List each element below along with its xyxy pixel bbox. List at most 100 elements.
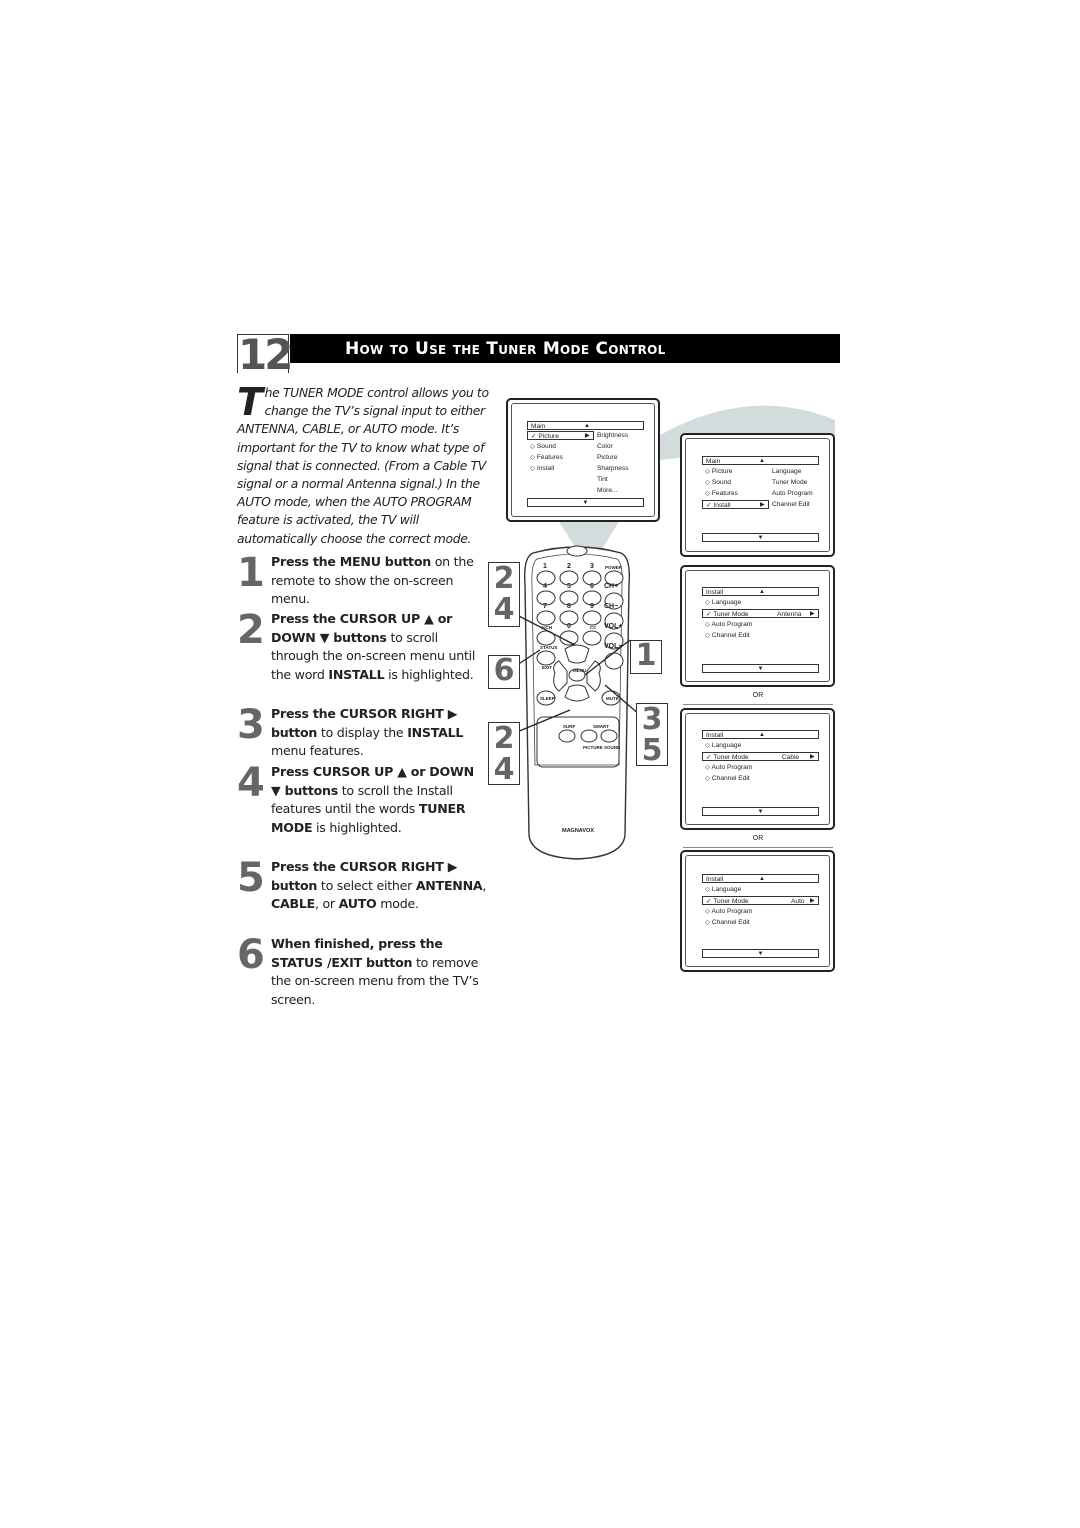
submenu-item: More... (597, 487, 618, 494)
menu-item-selected[interactable]: ✓ Picture ▶ (527, 431, 594, 440)
menu-item-label: Auto Program (711, 908, 753, 915)
down-arrow-icon: ▼ (757, 951, 764, 957)
onscreen-menu: Main ▲ ◇ Picture ◇ Sound ◇ Features ✓ Ins… (702, 456, 819, 551)
menu-header: Main (706, 458, 721, 465)
step-3: 3 Press the CURSOR RIGHT ▶ button to dis… (237, 705, 487, 761)
callout-menu: 1 (630, 640, 662, 674)
callout-digit: 2 (493, 561, 515, 596)
down-arrow-icon: ▼ (582, 500, 589, 506)
scroll-down-bar[interactable]: ▼ (702, 664, 819, 673)
menu-item[interactable]: ◇ Language (702, 885, 741, 894)
menu-header: Install (706, 589, 724, 596)
down-arrow-icon: ▼ (757, 535, 764, 541)
menu-item-label: Auto Program (711, 621, 753, 628)
step-text: menu features. (271, 743, 364, 759)
menu-item-label: Picture (711, 468, 733, 475)
step-text: , or (314, 896, 339, 912)
callout-cursor-up-down: 2 4 (488, 562, 520, 627)
callout-digit: 2 (493, 721, 515, 756)
menu-item-selected[interactable]: ✓ Install ▶ (702, 500, 769, 509)
submenu-list: Language Tuner Mode Auto Program Channel… (772, 466, 813, 510)
step-5: 5 Press the CURSOR RIGHT ▶ button to sel… (237, 858, 487, 914)
tuner-mode-value: Cable (782, 754, 800, 761)
diamond-icon: ◇ (705, 490, 712, 497)
tv-screen-install-auto: Install ▲ ◇ Language ✓ Tuner Mode Auto ▶ ◇ … (680, 850, 835, 972)
menu-item[interactable]: ◇ Channel Edit (702, 774, 750, 783)
menu-item[interactable]: ◇ Picture (702, 467, 732, 476)
step-4: 4 Press CURSOR UP ▲ or DOWN ▼ buttons to… (237, 763, 487, 837)
right-arrow-icon: ▶ (585, 433, 590, 439)
submenu-item: Channel Edit (772, 501, 810, 508)
scroll-down-bar[interactable]: ▼ (702, 949, 819, 958)
down-arrow-icon: ▼ (757, 666, 764, 672)
step-number: 5 (237, 855, 265, 901)
scroll-down-bar[interactable]: ▼ (702, 807, 819, 816)
callout-digit: 4 (493, 752, 515, 787)
callout-cursor-up-down-2: 2 4 (488, 722, 520, 785)
step-text: mode. (376, 896, 419, 912)
diamond-icon: ◇ (705, 479, 712, 486)
menu-item[interactable]: ◇ Features (702, 489, 738, 498)
diamond-icon: ◇ (530, 454, 537, 461)
tv-screen-install-cable: Install ▲ ◇ Language ✓ Tuner Mode Cable ▶ ◇… (680, 708, 835, 830)
menu-header: Main (531, 423, 546, 430)
scroll-down-bar[interactable]: ▼ (527, 498, 644, 507)
menu-item-label: Features (711, 490, 738, 497)
menu-item[interactable]: ◇ Install (527, 464, 554, 473)
menu-item-label: Sound (711, 479, 731, 486)
menu-item-label: Language (711, 599, 742, 606)
menu-item-label: Channel Edit (711, 775, 750, 782)
up-arrow-icon: ▲ (759, 732, 765, 738)
onscreen-menu: Install ▲ ◇ Language ✓ Tuner Mode Cable ▶ ◇… (702, 730, 819, 825)
menu-item[interactable]: ◇ Sound (527, 442, 556, 451)
page-title: How to Use the Tuner Mode Control (290, 334, 840, 363)
menu-item-selected[interactable]: ✓ Tuner Mode Cable ▶ (702, 752, 819, 761)
menu-item[interactable]: ◇ Language (702, 741, 741, 750)
step-bold: CABLE (271, 896, 315, 912)
submenu-item: Picture (597, 454, 618, 461)
tv-screen-main-picture: Main ▲ ✓ Picture ▶ ◇ Sound ◇ Features ◇ In… (506, 398, 660, 522)
submenu-list: Brightness Color Picture Sharpness Tint … (597, 430, 629, 496)
step-6: 6 When finished, press the STATUS /EXIT … (237, 935, 487, 1009)
divider (683, 847, 833, 848)
menu-item-label: Tuner Mode (713, 754, 749, 761)
diamond-icon: ◇ (705, 632, 712, 639)
menu-item-selected[interactable]: ✓ Tuner Mode Antenna ▶ (702, 609, 819, 618)
step-number: 6 (237, 932, 265, 978)
callout-digit: 3 (641, 702, 663, 737)
menu-item-selected[interactable]: ✓ Tuner Mode Auto ▶ (702, 896, 819, 905)
diamond-icon: ◇ (705, 919, 712, 926)
menu-item[interactable]: ◇ Auto Program (702, 907, 752, 916)
scroll-down-bar[interactable]: ▼ (702, 533, 819, 542)
menu-item-label: Install (713, 502, 731, 509)
onscreen-menu: Install ▲ ◇ Language ✓ Tuner Mode Auto ▶ ◇ … (702, 874, 819, 969)
divider (683, 704, 833, 705)
right-arrow-icon: ▶ (810, 754, 815, 760)
step-text: to display the (317, 724, 408, 740)
menu-item-label: Channel Edit (711, 632, 750, 639)
page-number: 12 (237, 330, 293, 379)
callout-digit: 5 (641, 733, 663, 768)
menu-item[interactable]: ◇ Features (527, 453, 563, 462)
step-text: , (482, 877, 487, 893)
callout-cursor-right: 3 5 (636, 703, 668, 766)
menu-item[interactable]: ◇ Channel Edit (702, 631, 750, 640)
submenu-item: Language (772, 468, 802, 475)
menu-item-label: Features (536, 454, 563, 461)
menu-item[interactable]: ◇ Channel Edit (702, 918, 750, 927)
submenu-item: Color (597, 443, 613, 450)
callout-digit: 1 (635, 638, 657, 673)
menu-item[interactable]: ◇ Auto Program (702, 763, 752, 772)
menu-item[interactable]: ◇ Auto Program (702, 620, 752, 629)
menu-item-label: Picture (538, 433, 559, 440)
menu-header: Install (706, 876, 724, 883)
tv-screen-install-antenna: Install ▲ ◇ Language ✓ Tuner Mode Antenna ▶… (680, 565, 835, 687)
onscreen-menu: Main ▲ ✓ Picture ▶ ◇ Sound ◇ Features ◇ In… (527, 421, 644, 516)
step-number: 4 (237, 760, 265, 806)
callout-digit: 4 (493, 592, 515, 627)
step-number: 2 (237, 607, 265, 653)
menu-item[interactable]: ◇ Sound (702, 478, 731, 487)
step-number: 3 (237, 702, 265, 748)
menu-item[interactable]: ◇ Language (702, 598, 741, 607)
step-text: to select either (317, 877, 416, 893)
